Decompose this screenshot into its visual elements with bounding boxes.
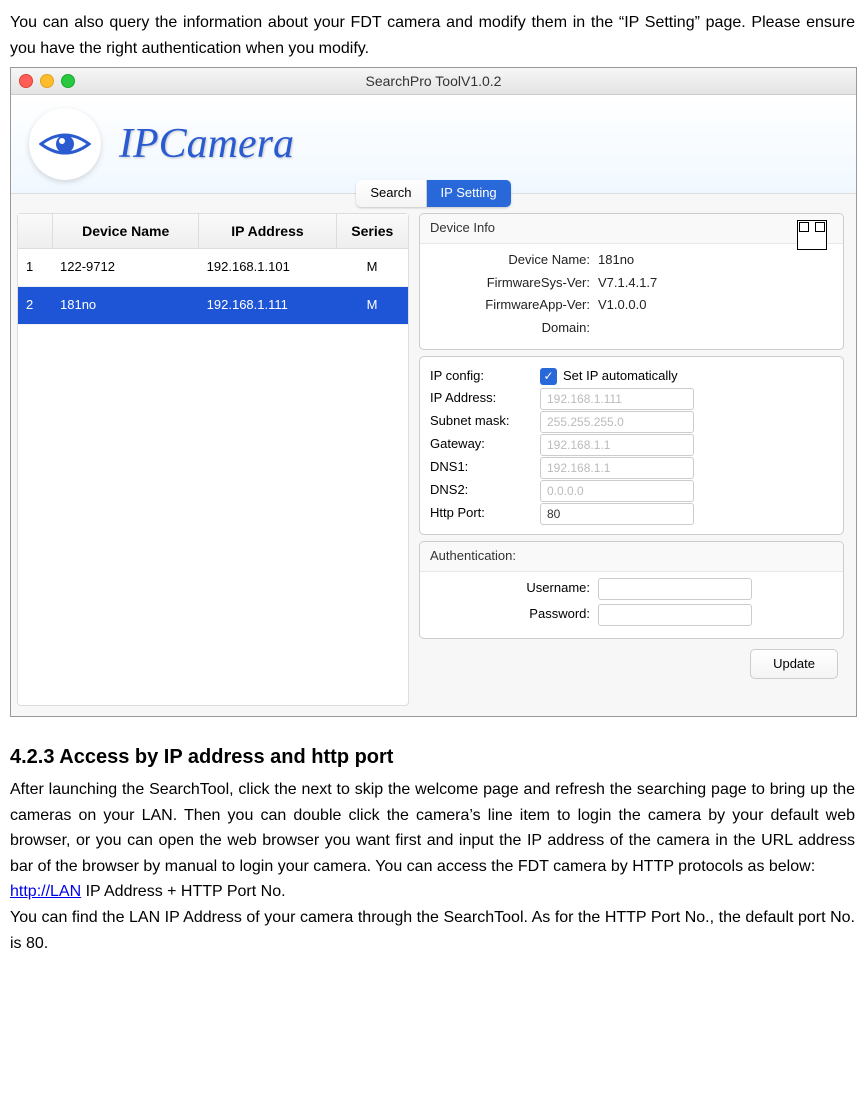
domain-label: Domain: (430, 318, 590, 339)
col-index (18, 214, 53, 248)
eye-logo-icon (29, 108, 101, 180)
ip-config-label: IP config: (430, 366, 540, 387)
password-label: Password: (430, 604, 590, 625)
row-name: 122-9712 (52, 249, 199, 286)
row-ip: 192.168.1.111 (199, 287, 336, 324)
app-window: SearchPro ToolV1.0.2 IPCamera Search IP … (10, 67, 857, 717)
section-body-2: IP Address + HTTP Port No. (81, 883, 285, 900)
fwsys-label: FirmwareSys-Ver: (430, 273, 590, 294)
dns1-input[interactable] (540, 457, 694, 479)
auth-group: Authentication: Username: Password: (419, 541, 844, 639)
tab-search[interactable]: Search (356, 180, 425, 207)
table-row[interactable]: 1 122-9712 192.168.1.101 M (18, 249, 408, 287)
device-name-label: Device Name: (430, 250, 590, 271)
subnet-input[interactable] (540, 411, 694, 433)
row-name: 181no (52, 287, 199, 324)
http-port-label: Http Port: (430, 503, 540, 524)
col-device-name: Device Name (53, 214, 199, 248)
auth-title: Authentication: (420, 542, 843, 572)
dns2-input[interactable] (540, 480, 694, 502)
logo-text: IPCamera (119, 111, 294, 178)
dns1-label: DNS1: (430, 457, 540, 478)
auto-ip-label: Set IP automatically (563, 366, 678, 387)
table-row[interactable]: 2 181no 192.168.1.111 M (18, 287, 408, 325)
section-heading: 4.2.3 Access by IP address and http port (10, 741, 855, 773)
col-ip-address: IP Address (199, 214, 336, 248)
gateway-label: Gateway: (430, 434, 540, 455)
device-info-group: Device Info Device Name: 181no FirmwareSy… (419, 213, 844, 350)
ip-address-label: IP Address: (430, 388, 540, 409)
section-body-1: After launching the SearchTool, click th… (10, 777, 855, 879)
fwapp-label: FirmwareApp-Ver: (430, 295, 590, 316)
device-table: Device Name IP Address Series 1 122-9712… (17, 213, 409, 706)
device-name-value: 181no (598, 250, 634, 271)
ip-config-group: IP config: ✓ Set IP automatically IP Add… (419, 356, 844, 535)
tab-ip-setting[interactable]: IP Setting (426, 180, 511, 207)
username-label: Username: (430, 578, 590, 599)
http-port-input[interactable] (540, 503, 694, 525)
fwsys-value: V7.1.4.1.7 (598, 273, 657, 294)
auto-ip-checkbox[interactable]: ✓ (540, 368, 557, 385)
row-index: 1 (18, 249, 52, 286)
intro-text: You can also query the information about… (10, 10, 855, 61)
col-series: Series (337, 214, 408, 248)
update-button[interactable]: Update (750, 649, 838, 680)
subnet-label: Subnet mask: (430, 411, 540, 432)
window-title: SearchPro ToolV1.0.2 (11, 70, 856, 92)
fwapp-value: V1.0.0.0 (598, 295, 646, 316)
dns2-label: DNS2: (430, 480, 540, 501)
titlebar: SearchPro ToolV1.0.2 (11, 68, 856, 95)
ip-address-input[interactable] (540, 388, 694, 410)
row-series: M (336, 287, 408, 324)
row-series: M (336, 249, 408, 286)
gateway-input[interactable] (540, 434, 694, 456)
qr-code-icon (797, 220, 827, 250)
row-index: 2 (18, 287, 52, 324)
row-ip: 192.168.1.101 (199, 249, 336, 286)
http-lan-link[interactable]: http://LAN (10, 883, 81, 900)
section-body-3: You can find the LAN IP Address of your … (10, 905, 855, 956)
username-input[interactable] (598, 578, 752, 600)
password-input[interactable] (598, 604, 752, 626)
device-info-title: Device Info (420, 214, 843, 244)
